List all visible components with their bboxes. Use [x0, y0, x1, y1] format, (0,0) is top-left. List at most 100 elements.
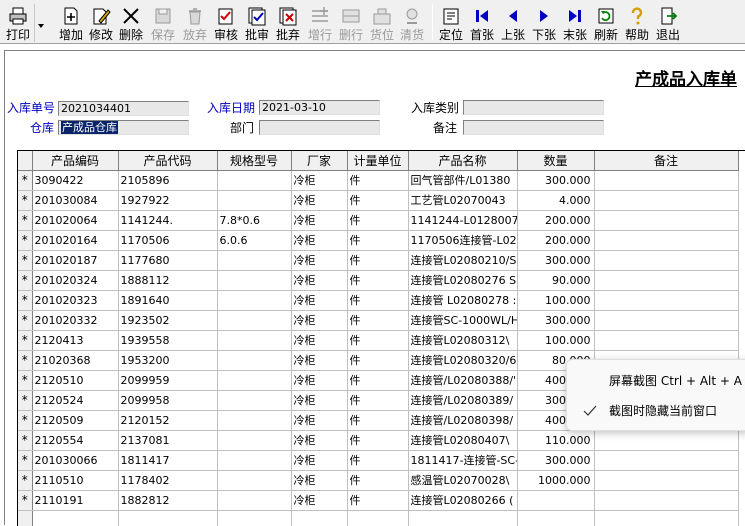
table-cell[interactable]: 件: [347, 490, 409, 511]
table-cell[interactable]: 冷柜: [291, 210, 348, 231]
table-cell[interactable]: [594, 430, 739, 451]
table-row[interactable]: * 201020164 1170506 6.0.6 冷柜件 1170506连接管-L02(…: [18, 230, 739, 251]
table-cell[interactable]: 2120413: [32, 330, 119, 351]
table-cell[interactable]: [217, 250, 292, 271]
table-cell[interactable]: 1170506: [118, 230, 218, 251]
batch-reject-button[interactable]: 批弃: [273, 4, 303, 42]
table-cell[interactable]: [217, 170, 292, 191]
table-cell[interactable]: 2110191: [32, 490, 119, 511]
table-cell[interactable]: [217, 270, 292, 291]
last-button[interactable]: 末张: [560, 4, 590, 42]
table-cell[interactable]: 冷柜: [291, 370, 348, 391]
table-cell[interactable]: 300.000: [517, 310, 595, 331]
row-indicator[interactable]: *: [18, 390, 33, 411]
table-cell[interactable]: 连接管 L02080278 :: [408, 290, 518, 311]
row-indicator[interactable]: *: [18, 370, 33, 391]
table-cell[interactable]: 冷柜: [291, 250, 348, 271]
table-cell[interactable]: [594, 330, 739, 351]
table-cell[interactable]: 1882812: [118, 490, 218, 511]
location-button[interactable]: 货位: [367, 4, 397, 42]
table-cell[interactable]: 201030066: [32, 450, 119, 471]
table-cell[interactable]: 连接管L02080266 (: [408, 490, 518, 511]
table-cell[interactable]: [594, 170, 739, 191]
batch-audit-button[interactable]: 批审: [242, 4, 272, 42]
table-cell[interactable]: [217, 330, 292, 351]
table-cell[interactable]: 1141244.: [118, 210, 218, 231]
table-cell[interactable]: 连接管/L02080389/: [408, 390, 518, 411]
table-cell[interactable]: 2120510: [32, 370, 119, 391]
table-cell[interactable]: 2105896: [118, 170, 218, 191]
table-cell[interactable]: 100.000: [517, 330, 595, 351]
table-cell[interactable]: 冷柜: [291, 490, 348, 511]
table-cell[interactable]: 300.000: [517, 250, 595, 271]
table-cell[interactable]: 2120152: [118, 410, 218, 431]
table-cell[interactable]: 4.000: [517, 190, 595, 211]
refresh-button[interactable]: 刷新: [591, 4, 621, 42]
print-dropdown-arrow[interactable]: [34, 4, 46, 42]
table-cell[interactable]: 201030084: [32, 190, 119, 211]
table-cell[interactable]: 1891640: [118, 290, 218, 311]
discard-button[interactable]: 放弃: [180, 4, 210, 42]
table-cell[interactable]: 件: [347, 250, 409, 271]
table-cell[interactable]: 2120524: [32, 390, 119, 411]
row-indicator[interactable]: *: [18, 330, 33, 351]
exit-button[interactable]: 退出: [653, 4, 683, 42]
table-cell[interactable]: 冷柜: [291, 290, 348, 311]
table-cell[interactable]: 1927922: [118, 190, 218, 211]
table-cell[interactable]: [217, 370, 292, 391]
table-cell[interactable]: 2137081: [118, 430, 218, 451]
table-cell[interactable]: [594, 250, 739, 271]
row-indicator[interactable]: *: [18, 270, 33, 291]
table-cell[interactable]: 件: [347, 210, 409, 231]
col-header[interactable]: 产品编码: [32, 151, 119, 171]
audit-button[interactable]: 审核: [211, 4, 241, 42]
table-cell[interactable]: 连接管L02080276 S:: [408, 270, 518, 291]
table-cell[interactable]: 1811417-连接管-SC-: [408, 450, 518, 471]
table-cell[interactable]: 201020064: [32, 210, 119, 231]
table-cell[interactable]: 201020164: [32, 230, 119, 251]
table-row[interactable]: * 201030066 1811417 冷柜件 1811417-连接管-SC- 300.0…: [18, 450, 739, 471]
add-row-button[interactable]: 增行: [305, 4, 335, 42]
table-cell[interactable]: 冷柜: [291, 390, 348, 411]
col-header[interactable]: 厂家: [291, 151, 348, 171]
table-cell[interactable]: 冷柜: [291, 410, 348, 431]
table-cell[interactable]: [217, 350, 292, 371]
table-cell[interactable]: 2120509: [32, 410, 119, 431]
table-row[interactable]: * 201020332 1923502 冷柜件连接管SC-1000WL/H 300.00…: [18, 310, 739, 331]
prev-button[interactable]: 上张: [498, 4, 528, 42]
table-cell[interactable]: 连接管L02080407\: [408, 430, 518, 451]
table-row[interactable]: * 2110191 1882812 冷柜件连接管L02080266 (: [18, 490, 739, 511]
table-cell[interactable]: 件: [347, 170, 409, 191]
col-header[interactable]: 产品名称: [408, 151, 518, 171]
date-field[interactable]: 2021-03-10: [259, 100, 380, 115]
table-cell[interactable]: 1888112: [118, 270, 218, 291]
table-cell[interactable]: 6.0.6: [217, 230, 292, 251]
row-indicator[interactable]: *: [18, 210, 33, 231]
table-cell[interactable]: [217, 430, 292, 451]
row-indicator[interactable]: *: [18, 350, 33, 371]
table-cell[interactable]: 2120554: [32, 430, 119, 451]
table-cell[interactable]: 连接管/L02080398/: [408, 410, 518, 431]
table-cell[interactable]: 201020332: [32, 310, 119, 331]
table-cell[interactable]: [217, 490, 292, 511]
table-cell[interactable]: [594, 450, 739, 471]
table-cell[interactable]: 连接管L02080210/S: [408, 250, 518, 271]
row-indicator[interactable]: *: [18, 450, 33, 471]
remark-field[interactable]: [463, 120, 604, 135]
table-cell[interactable]: 冷柜: [291, 170, 348, 191]
table-cell[interactable]: 连接管SC-1000WL/H: [408, 310, 518, 331]
table-cell[interactable]: 件: [347, 230, 409, 251]
table-cell[interactable]: [594, 210, 739, 231]
table-cell[interactable]: 工艺管L02070043: [408, 190, 518, 211]
table-cell[interactable]: 件: [347, 330, 409, 351]
table-cell[interactable]: 冷柜: [291, 270, 348, 291]
table-cell[interactable]: 件: [347, 370, 409, 391]
table-cell[interactable]: 1170506连接管-L02(: [408, 230, 518, 251]
row-indicator[interactable]: *: [18, 470, 33, 491]
table-row[interactable]: * 201020323 1891640 冷柜件连接管 L02080278 :100.0…: [18, 290, 739, 311]
table-cell[interactable]: 110.000: [517, 430, 595, 451]
table-cell[interactable]: [217, 450, 292, 471]
table-cell[interactable]: 件: [347, 470, 409, 491]
row-indicator[interactable]: *: [18, 430, 33, 451]
table-cell[interactable]: 1178402: [118, 470, 218, 491]
